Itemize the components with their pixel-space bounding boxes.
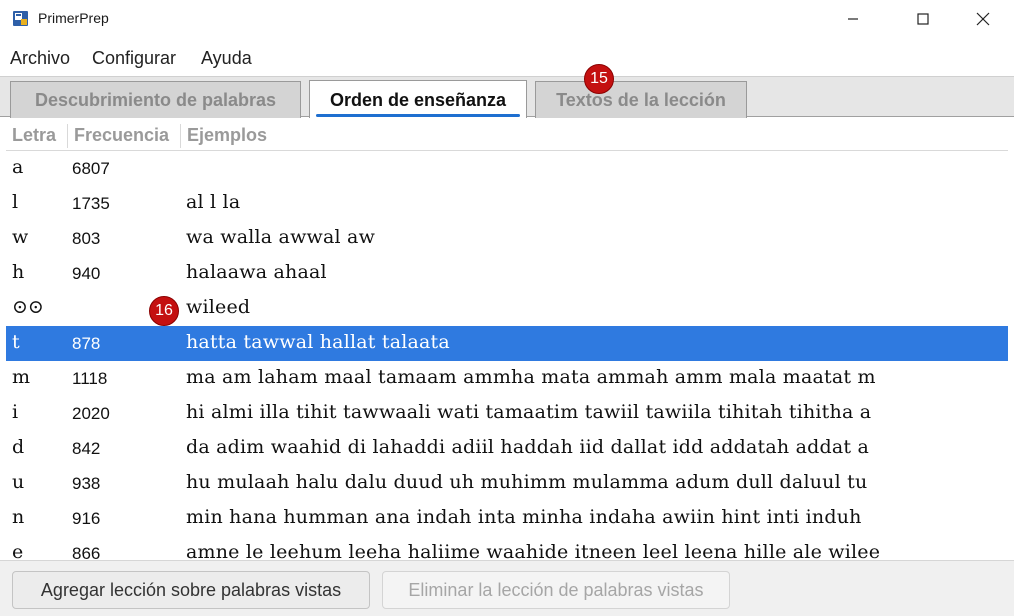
column-header-frecuencia[interactable]: Frecuencia [74, 125, 169, 146]
examples-cell: wa walla awwal aw [186, 226, 376, 248]
examples-cell: wileed [186, 296, 251, 318]
examples-cell: hatta tawwal hallat talaata [186, 331, 450, 353]
teaching-order-table: Letra Frecuencia Ejemplos a 6807 l 1735 al l… [6, 118, 1008, 560]
step-badge: 15 [584, 64, 614, 94]
table-row[interactable]: m 1118 ma am laham maal tamaam ammha mata … [6, 361, 1008, 396]
examples-cell: amne le leehum leeha haliime waahide itn… [186, 541, 881, 560]
title-bar: PrimerPrep [0, 0, 1014, 40]
column-header-ejemplos[interactable]: Ejemplos [187, 125, 267, 146]
frequency-cell: 940 [72, 264, 101, 283]
minimize-button[interactable] [830, 0, 876, 38]
menu-ayuda[interactable]: Ayuda [201, 48, 252, 69]
column-divider [67, 124, 68, 148]
step-badge: 16 [149, 296, 179, 326]
tab-textos-leccion[interactable]: Textos de la lección [535, 81, 747, 118]
primerprep-app-icon [13, 11, 28, 26]
examples-cell: halaawa ahaal [186, 261, 327, 283]
table-row[interactable]: d 842 da adim waahid di lahaddi adiil hadd… [6, 431, 1008, 466]
examples-cell: ma am laham maal tamaam ammha mata ammah… [186, 366, 876, 388]
maximize-button[interactable] [900, 0, 946, 38]
letter-cell: h [12, 261, 25, 283]
add-seen-words-lesson-button[interactable]: Agregar lección sobre palabras vistas [12, 571, 370, 609]
frequency-cell: 2020 [72, 404, 110, 423]
examples-cell: hi almi illa tihit tawwaali wati tamaati… [186, 401, 872, 423]
letter-cell: m [12, 366, 31, 388]
letter-cell: l [12, 191, 19, 213]
letter-cell: ⊙⊙ [12, 296, 44, 318]
examples-cell: da adim waahid di lahaddi adiil haddah i… [186, 436, 869, 458]
menu-configurar[interactable]: Configurar [92, 48, 176, 69]
tab-label: Descubrimiento de palabras [34, 89, 277, 110]
frequency-cell: 1735 [72, 194, 110, 213]
table-row[interactable]: e 866 amne le leehum leeha haliime waahide… [6, 536, 1008, 560]
table-row[interactable]: n 916 min hana humman ana indah inta minha… [6, 501, 1008, 536]
letter-cell: n [12, 506, 25, 528]
frequency-cell: 803 [72, 229, 101, 248]
close-icon [976, 12, 990, 26]
frequency-cell: 1118 [72, 369, 108, 388]
table-row[interactable]: w 803 wa walla awwal aw [6, 221, 1008, 256]
tab-label: Orden de enseñanza [329, 89, 507, 110]
table-row[interactable]: u 938 hu mulaah halu dalu duud uh muhimm m… [6, 466, 1008, 501]
table-header: Letra Frecuencia Ejemplos [6, 118, 1008, 151]
letter-cell: t [12, 331, 20, 353]
window-title: PrimerPrep [38, 10, 109, 26]
tab-label: Textos de la lección [556, 89, 726, 110]
letter-cell: i [12, 401, 19, 423]
column-header-letra[interactable]: Letra [12, 125, 56, 146]
maximize-icon [917, 13, 929, 25]
table-row[interactable]: i 2020 hi almi illa tihit tawwaali wati ta… [6, 396, 1008, 431]
bottom-bar: Agregar lección sobre palabras vistas El… [0, 560, 1014, 616]
letter-cell: a [12, 156, 24, 178]
tab-orden-ensenanza[interactable]: Orden de enseñanza [309, 80, 527, 119]
table-row[interactable]: h 940 halaawa ahaal [6, 256, 1008, 291]
examples-cell: al l la [186, 191, 241, 213]
letter-cell: u [12, 471, 25, 493]
frequency-cell: 842 [72, 439, 101, 458]
remove-seen-words-lesson-button[interactable]: Eliminar la lección de palabras vistas [382, 571, 730, 609]
tab-descubrimiento[interactable]: Descubrimiento de palabras [10, 81, 301, 118]
frequency-cell: 938 [72, 474, 101, 493]
frequency-cell: 6807 [72, 159, 110, 178]
letter-cell: e [12, 541, 24, 560]
column-divider [180, 124, 181, 148]
menu-bar: Archivo Configurar Ayuda [0, 44, 1014, 74]
menu-archivo[interactable]: Archivo [10, 48, 70, 69]
examples-cell: min hana humman ana indah inta minha ind… [186, 506, 862, 528]
minimize-icon [848, 18, 858, 20]
table-row[interactable]: a 6807 [6, 151, 1008, 186]
letter-cell: w [12, 226, 29, 248]
frequency-cell: 866 [72, 544, 101, 560]
examples-cell: hu mulaah halu dalu duud uh muhimm mulam… [186, 471, 868, 493]
table-row[interactable]: l 1735 al l la [6, 186, 1008, 221]
close-button[interactable] [960, 0, 1006, 38]
frequency-cell: 916 [72, 509, 101, 528]
table-row[interactable]: t 878 hatta tawwal hallat talaata [6, 326, 1008, 361]
letter-cell: d [12, 436, 25, 458]
frequency-cell: 878 [72, 334, 101, 353]
tab-strip: Descubrimiento de palabras Orden de ense… [0, 76, 1014, 119]
